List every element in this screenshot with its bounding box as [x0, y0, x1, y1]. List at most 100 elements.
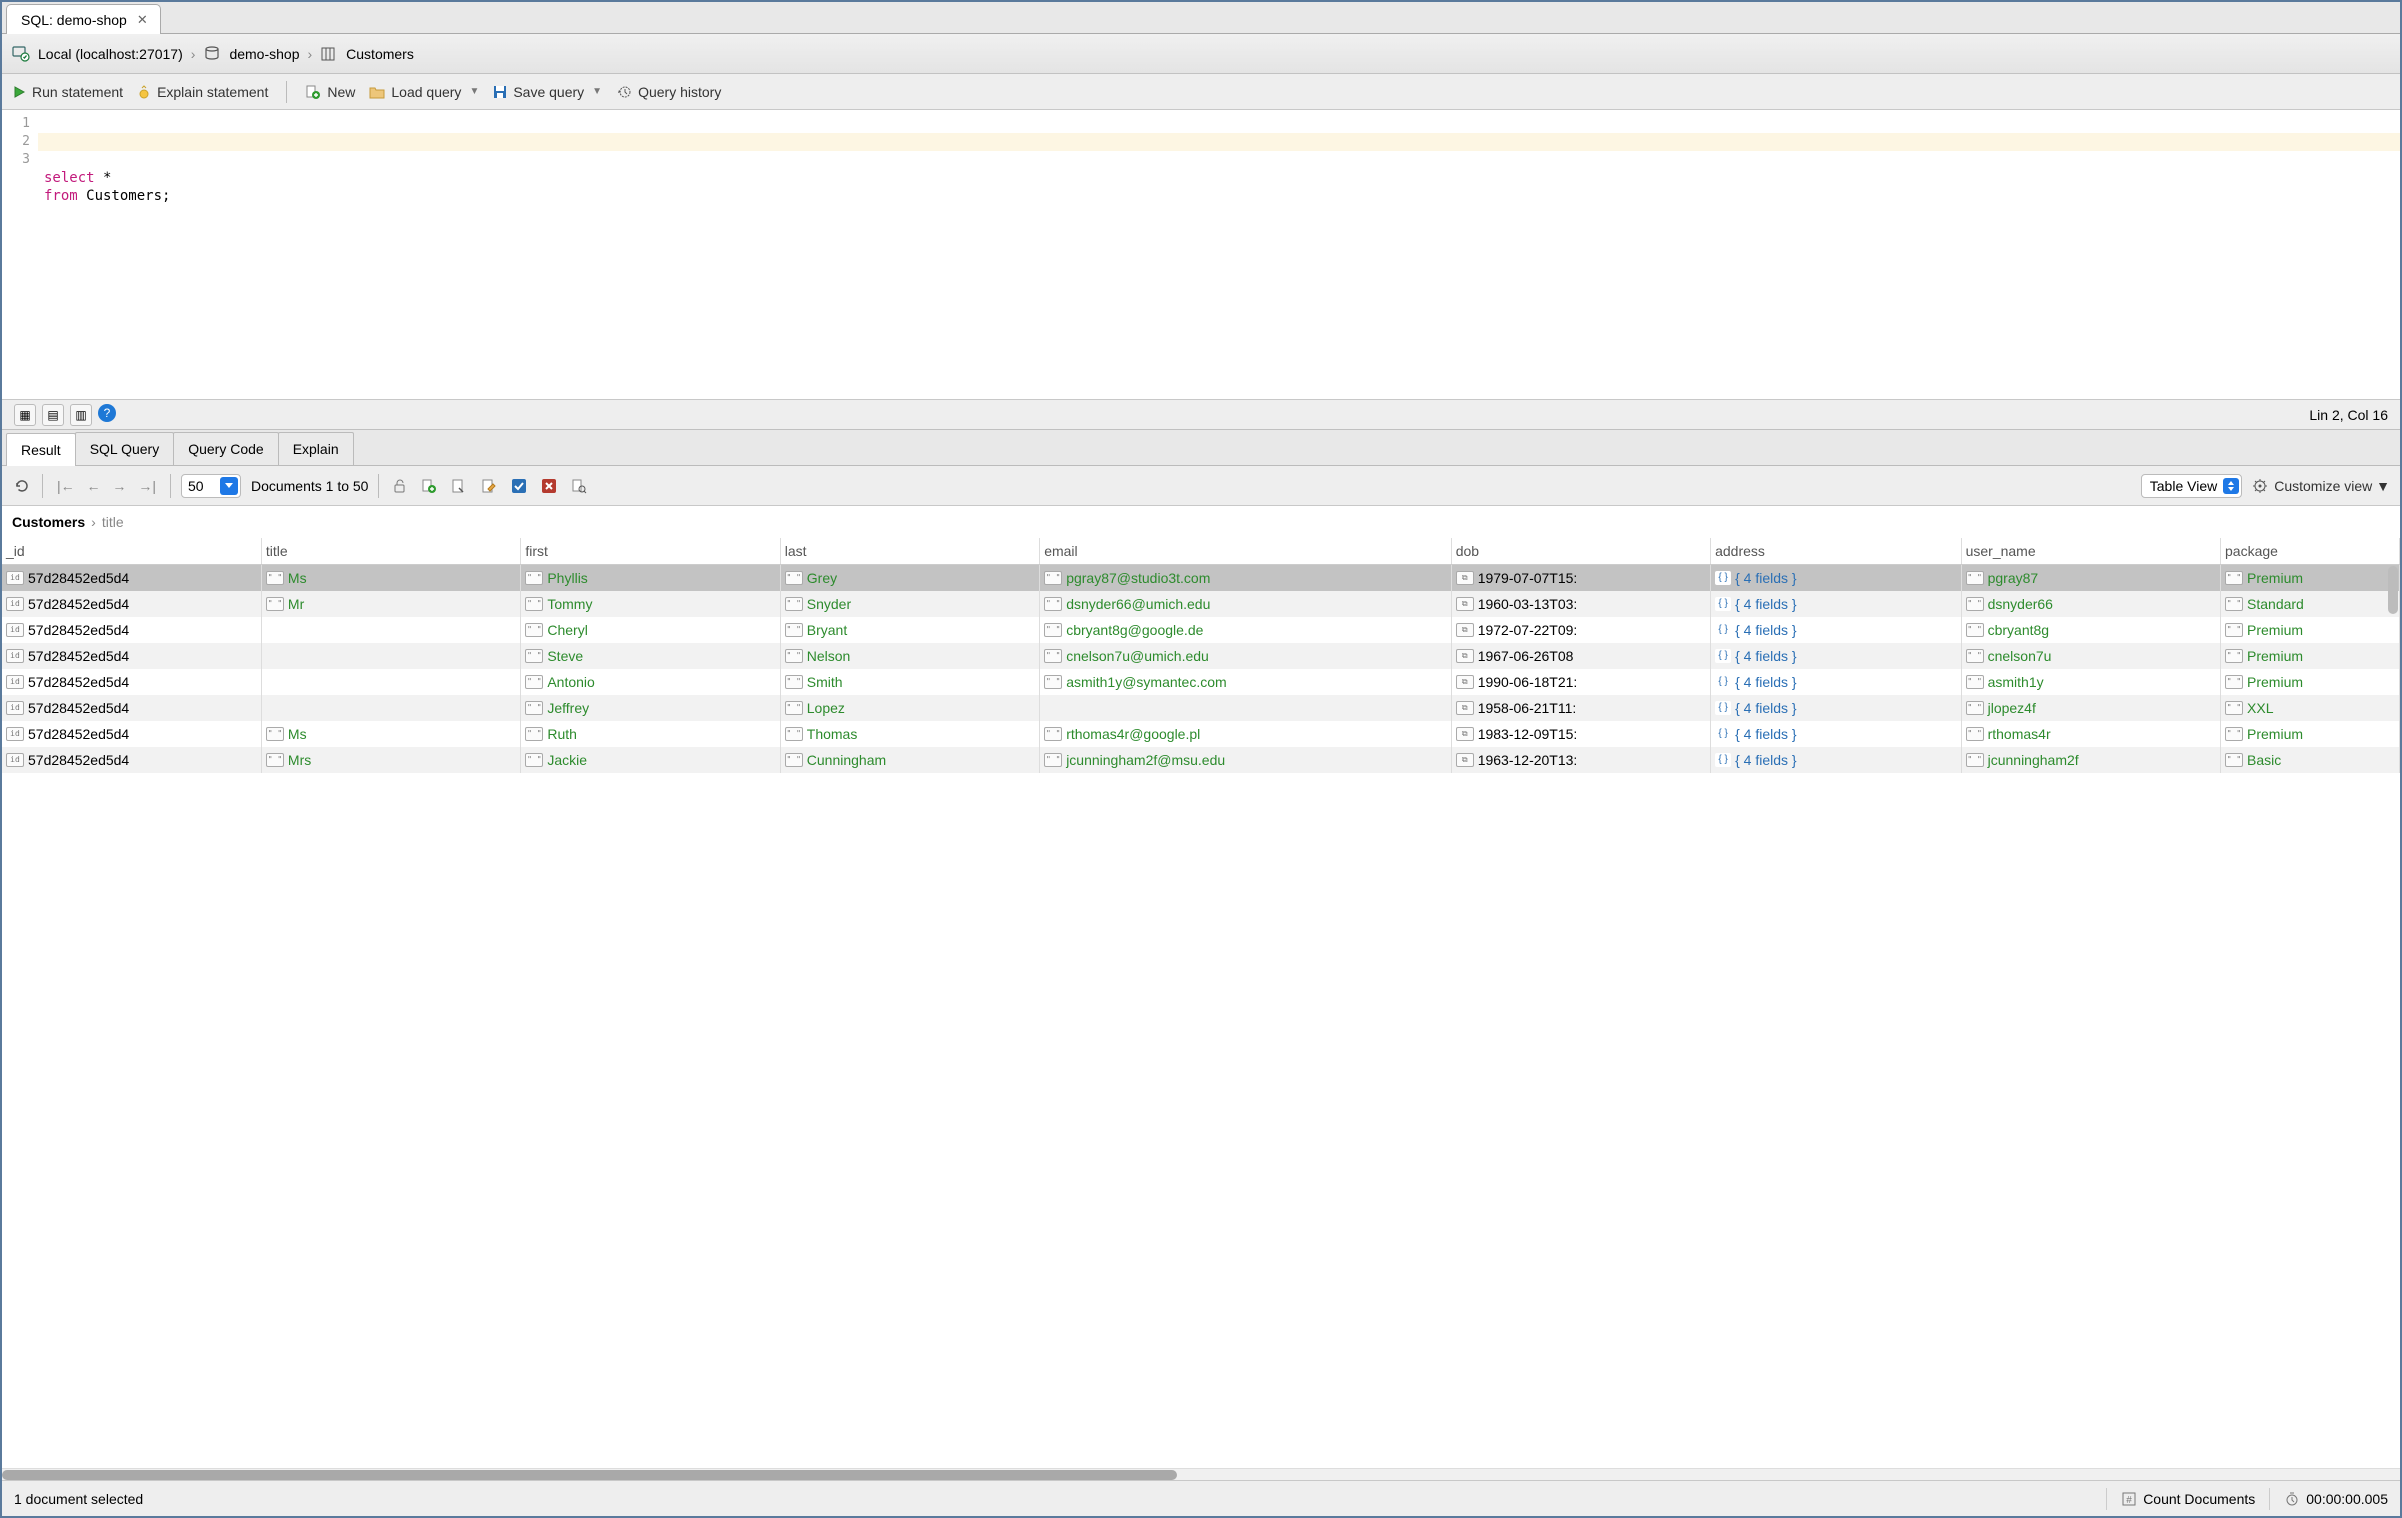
- cell-last[interactable]: " "Lopez: [780, 695, 1039, 721]
- explain-statement-button[interactable]: Explain statement: [137, 84, 268, 100]
- sql-editor[interactable]: 123 select *from Customers;: [2, 110, 2400, 400]
- view-mode-select[interactable]: Table View: [2141, 474, 2242, 498]
- column-header[interactable]: email: [1040, 538, 1452, 565]
- last-page-button[interactable]: →|: [134, 478, 160, 494]
- count-documents-button[interactable]: # Count Documents: [2121, 1491, 2255, 1507]
- first-page-button[interactable]: |←: [53, 478, 79, 494]
- cell-dob[interactable]: ⧉1983-12-09T15:: [1451, 721, 1710, 747]
- column-header[interactable]: user_name: [1961, 538, 2220, 565]
- column-header[interactable]: title: [261, 538, 520, 565]
- cell-first[interactable]: " "Jackie: [521, 747, 780, 773]
- cell-title[interactable]: [261, 695, 520, 721]
- cell-package[interactable]: " "Standard: [2221, 591, 2400, 617]
- cell-_id[interactable]: id57d28452ed5d4: [2, 591, 261, 617]
- cell-address[interactable]: { }{ 4 fields }: [1711, 695, 1961, 721]
- cell-_id[interactable]: id57d28452ed5d4: [2, 721, 261, 747]
- cell-email[interactable]: " "asmith1y@symantec.com: [1040, 669, 1452, 695]
- next-page-button[interactable]: →: [108, 478, 130, 494]
- cell-address[interactable]: { }{ 4 fields }: [1711, 565, 1961, 592]
- cell-title[interactable]: " "Mrs: [261, 747, 520, 773]
- cell-dob[interactable]: ⧉1979-07-07T15:: [1451, 565, 1710, 592]
- cell-_id[interactable]: id57d28452ed5d4: [2, 747, 261, 773]
- cell-first[interactable]: " "Ruth: [521, 721, 780, 747]
- cell-email[interactable]: " "pgray87@studio3t.com: [1040, 565, 1452, 592]
- cell-address[interactable]: { }{ 4 fields }: [1711, 721, 1961, 747]
- run-statement-button[interactable]: Run statement: [12, 84, 123, 100]
- add-document-button[interactable]: [419, 476, 439, 496]
- cell-user_name[interactable]: " "pgray87: [1961, 565, 2220, 592]
- table-row[interactable]: id57d28452ed5d4" "Mr" "Tommy" "Snyder" "…: [2, 591, 2400, 617]
- cell-user_name[interactable]: " "asmith1y: [1961, 669, 2220, 695]
- cell-user_name[interactable]: " "dsnyder66: [1961, 591, 2220, 617]
- help-icon[interactable]: ?: [98, 404, 116, 422]
- editor-text[interactable]: select *from Customers;: [38, 110, 2400, 399]
- tab-result[interactable]: Result: [6, 433, 76, 466]
- cell-last[interactable]: " "Thomas: [780, 721, 1039, 747]
- cell-package[interactable]: " "Basic: [2221, 747, 2400, 773]
- column-header[interactable]: package: [2221, 538, 2400, 565]
- cell-_id[interactable]: id57d28452ed5d4: [2, 643, 261, 669]
- column-header[interactable]: dob: [1451, 538, 1710, 565]
- cell-package[interactable]: " "Premium: [2221, 643, 2400, 669]
- breadcrumb-collection[interactable]: Customers: [346, 46, 414, 62]
- table-row[interactable]: id57d28452ed5d4" "Mrs" "Jackie" "Cunning…: [2, 747, 2400, 773]
- query-history-button[interactable]: Query history: [616, 84, 721, 100]
- column-header[interactable]: first: [521, 538, 780, 565]
- cell-last[interactable]: " "Bryant: [780, 617, 1039, 643]
- view-mode-1-button[interactable]: ▦: [14, 404, 36, 426]
- delete-button[interactable]: [539, 476, 559, 496]
- cell-dob[interactable]: ⧉1963-12-20T13:: [1451, 747, 1710, 773]
- cell-user_name[interactable]: " "cbryant8g: [1961, 617, 2220, 643]
- cell-title[interactable]: [261, 643, 520, 669]
- cell-title[interactable]: [261, 617, 520, 643]
- cell-dob[interactable]: ⧉1958-06-21T11:: [1451, 695, 1710, 721]
- cell-email[interactable]: " "cnelson7u@umich.edu: [1040, 643, 1452, 669]
- cell-dob[interactable]: ⧉1990-06-18T21:: [1451, 669, 1710, 695]
- cell-address[interactable]: { }{ 4 fields }: [1711, 591, 1961, 617]
- view-mode-2-button[interactable]: ▤: [42, 404, 64, 426]
- cell-first[interactable]: " "Cheryl: [521, 617, 780, 643]
- tab-query-code[interactable]: Query Code: [173, 432, 278, 465]
- data-grid[interactable]: _idtitlefirstlastemaildobaddressuser_nam…: [2, 538, 2400, 773]
- table-row[interactable]: id57d28452ed5d4" "Antonio" "Smith" "asmi…: [2, 669, 2400, 695]
- cell-user_name[interactable]: " "jcunningham2f: [1961, 747, 2220, 773]
- column-header[interactable]: _id: [2, 538, 261, 565]
- view-mode-3-button[interactable]: ▥: [70, 404, 92, 426]
- cell-dob[interactable]: ⧉1972-07-22T09:: [1451, 617, 1710, 643]
- cell-_id[interactable]: id57d28452ed5d4: [2, 669, 261, 695]
- cell-user_name[interactable]: " "cnelson7u: [1961, 643, 2220, 669]
- cell-address[interactable]: { }{ 4 fields }: [1711, 617, 1961, 643]
- load-query-button[interactable]: Load query ▼: [369, 84, 479, 100]
- window-tab[interactable]: SQL: demo-shop ✕: [6, 4, 161, 34]
- cell-first[interactable]: " "Jeffrey: [521, 695, 780, 721]
- column-header[interactable]: last: [780, 538, 1039, 565]
- cell-dob[interactable]: ⧉1960-03-13T03:: [1451, 591, 1710, 617]
- breadcrumb-database[interactable]: demo-shop: [229, 46, 299, 62]
- search-doc-button[interactable]: [569, 476, 589, 496]
- edit-document-button[interactable]: [479, 476, 499, 496]
- table-row[interactable]: id57d28452ed5d4" "Cheryl" "Bryant" "cbry…: [2, 617, 2400, 643]
- cell-first[interactable]: " "Tommy: [521, 591, 780, 617]
- save-query-button[interactable]: Save query ▼: [493, 84, 602, 100]
- cell-_id[interactable]: id57d28452ed5d4: [2, 565, 261, 592]
- horizontal-scrollbar-track[interactable]: [2, 1468, 2400, 1480]
- cell-package[interactable]: " "Premium: [2221, 565, 2400, 592]
- cell-title[interactable]: " "Ms: [261, 565, 520, 592]
- page-size-select[interactable]: 50: [181, 474, 241, 498]
- cell-package[interactable]: " "Premium: [2221, 617, 2400, 643]
- cell-user_name[interactable]: " "jlopez4f: [1961, 695, 2220, 721]
- table-row[interactable]: id57d28452ed5d4" "Ms" "Ruth" "Thomas" "r…: [2, 721, 2400, 747]
- cell-email[interactable]: " "rthomas4r@google.pl: [1040, 721, 1452, 747]
- cell-first[interactable]: " "Steve: [521, 643, 780, 669]
- column-header[interactable]: address: [1711, 538, 1961, 565]
- cell-dob[interactable]: ⧉1967-06-26T08: [1451, 643, 1710, 669]
- cell-email[interactable]: [1040, 695, 1452, 721]
- cell-first[interactable]: " "Antonio: [521, 669, 780, 695]
- cell-package[interactable]: " "Premium: [2221, 721, 2400, 747]
- cell-address[interactable]: { }{ 4 fields }: [1711, 643, 1961, 669]
- cell-address[interactable]: { }{ 4 fields }: [1711, 669, 1961, 695]
- refresh-button[interactable]: [12, 476, 32, 496]
- customize-view-button[interactable]: Customize view ▼: [2252, 478, 2390, 494]
- table-row[interactable]: id57d28452ed5d4" "Jeffrey" "Lopez⧉1958-0…: [2, 695, 2400, 721]
- tab-explain[interactable]: Explain: [278, 432, 354, 465]
